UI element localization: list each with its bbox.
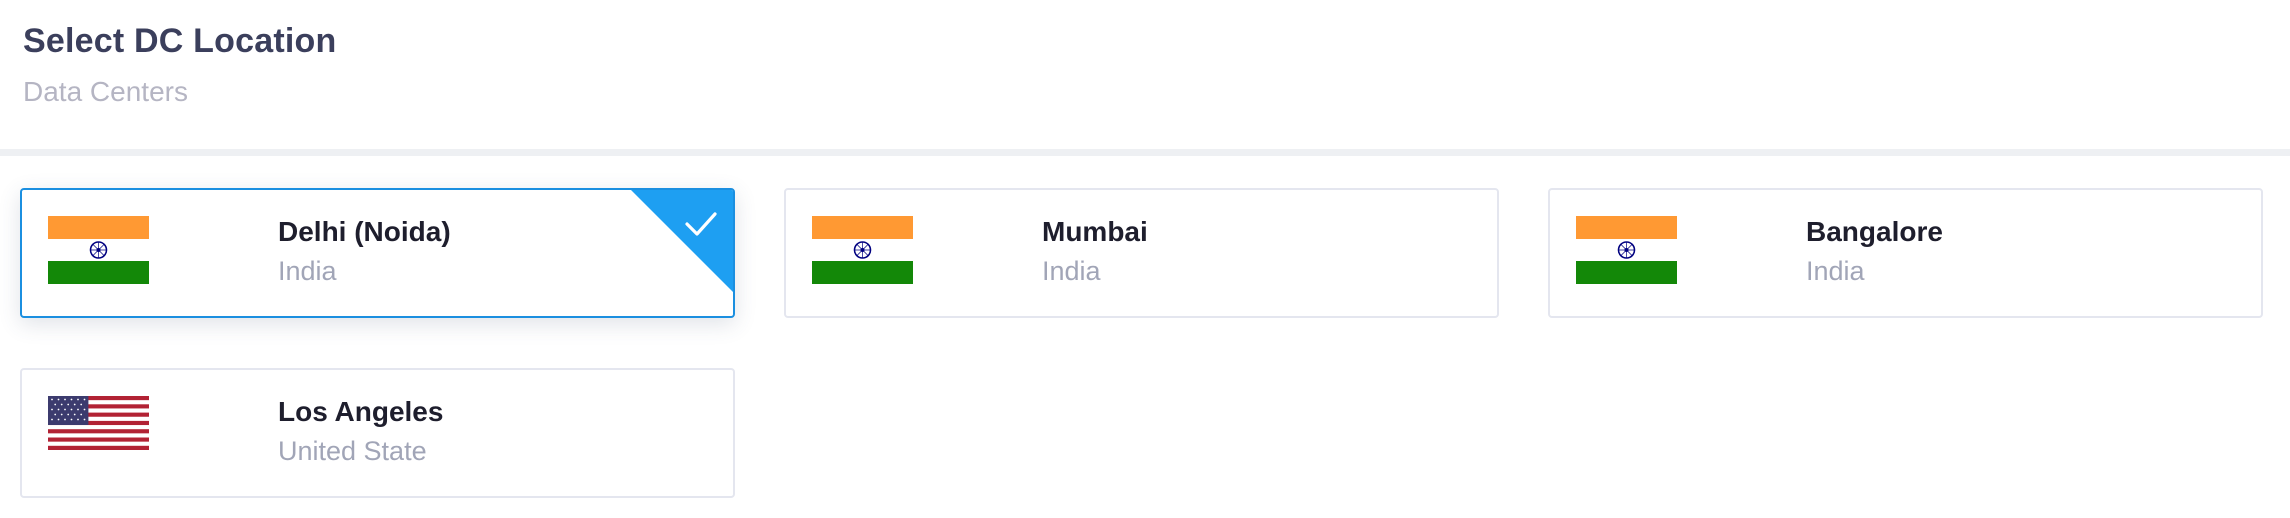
dc-card-los-angeles[interactable]: Los Angeles United State: [20, 368, 735, 498]
dc-city-name: Mumbai: [1042, 216, 1148, 247]
dc-city-name: Bangalore: [1806, 216, 1943, 247]
page-header: Select DC Location Data Centers: [0, 0, 2290, 150]
dc-country-name: India: [1806, 256, 1865, 286]
usa-flag-icon: [48, 396, 149, 450]
page-title: Select DC Location: [23, 22, 337, 60]
dc-country-name: United State: [278, 436, 427, 466]
dc-card-mumbai[interactable]: Mumbai India: [784, 188, 1499, 318]
header-divider: [0, 149, 2290, 156]
dc-city-name: Delhi (Noida): [278, 216, 451, 247]
dc-city-name: Los Angeles: [278, 396, 444, 427]
selected-check-badge: [631, 190, 733, 292]
dc-country-name: India: [1042, 256, 1101, 286]
india-flag-icon: [1576, 216, 1677, 284]
page-subtitle: Data Centers: [23, 76, 188, 107]
dc-country-name: India: [278, 256, 337, 286]
dc-card-bangalore[interactable]: Bangalore India: [1548, 188, 2263, 318]
dc-location-grid: Delhi (Noida) India Mumbai India Bangalo…: [0, 156, 2290, 518]
india-flag-icon: [812, 216, 913, 284]
india-flag-icon: [48, 216, 149, 284]
dc-card-delhi[interactable]: Delhi (Noida) India: [20, 188, 735, 318]
